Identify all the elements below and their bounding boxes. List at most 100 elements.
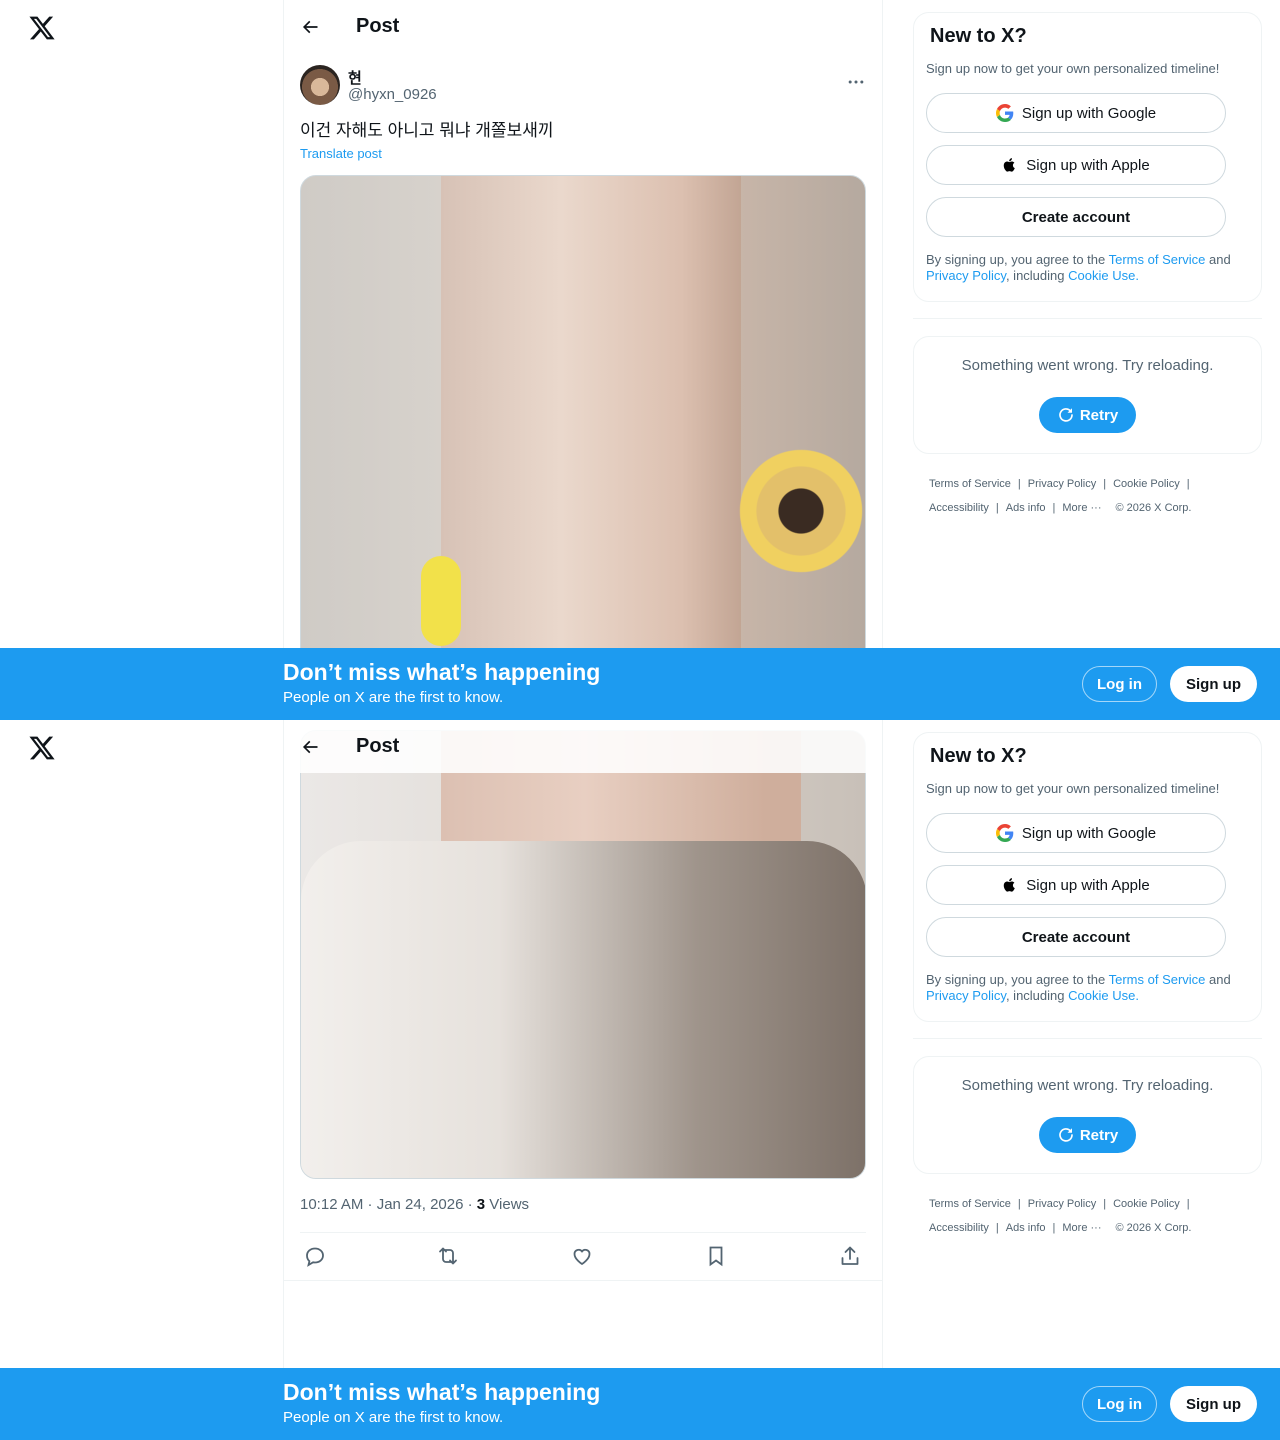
signup-card: New to X? Sign up now to get your own pe… xyxy=(913,12,1262,302)
privacy-link[interactable]: Privacy Policy xyxy=(926,988,1006,1003)
create-account-button[interactable]: Create account xyxy=(926,917,1226,957)
retry-label: Retry xyxy=(1079,406,1119,424)
retry-label: Retry xyxy=(1079,1126,1119,1144)
author-handle[interactable]: @hyxn_0926 xyxy=(348,86,437,103)
image-content xyxy=(301,841,865,1178)
terms-link[interactable]: Terms of Service xyxy=(1109,252,1206,267)
post-header: Post xyxy=(284,0,882,53)
banner-subtitle: People on X are the first to know. xyxy=(283,1409,504,1426)
image-content xyxy=(731,426,865,596)
footer-cookie[interactable]: Cookie Policy xyxy=(1113,1198,1180,1210)
banner-title: Don’t miss what’s happening xyxy=(283,659,601,685)
avatar[interactable] xyxy=(300,65,340,105)
screen-top: Post 현 @hyxn_0926 이건 자해도 아니고 뭐냐 개쫄보새끼 Tr… xyxy=(0,0,1280,720)
reply-icon[interactable] xyxy=(303,1244,327,1268)
refresh-icon xyxy=(1059,408,1073,422)
terms-link[interactable]: Terms of Service xyxy=(1109,972,1206,987)
post-image[interactable] xyxy=(300,175,866,695)
banner-subtitle: People on X are the first to know. xyxy=(283,689,504,706)
google-icon xyxy=(995,104,1014,122)
footer-privacy[interactable]: Privacy Policy xyxy=(1028,478,1096,490)
signup-apple-label: Sign up with Apple xyxy=(1026,876,1150,894)
footer-ads[interactable]: Ads info xyxy=(1006,502,1046,514)
post-timestamp[interactable]: 10:12 AM · Jan 24, 2026 · xyxy=(300,1196,477,1213)
page-title: Post xyxy=(356,15,400,37)
screen-bottom: Post 10:12 AM · Jan 24, 2026 · 3 Views N… xyxy=(0,720,1280,1440)
views-label: Views xyxy=(485,1196,530,1213)
divider xyxy=(300,1232,866,1233)
back-arrow-icon[interactable] xyxy=(300,17,320,37)
google-icon xyxy=(995,824,1014,842)
signup-title: New to X? xyxy=(930,745,1027,767)
like-icon[interactable] xyxy=(570,1244,594,1268)
post-text: 이건 자해도 아니고 뭐냐 개쫄보새끼 xyxy=(300,121,554,140)
error-card: Something went wrong. Try reloading. Ret… xyxy=(913,1056,1262,1174)
login-banner: Don’t miss what’s happening People on X … xyxy=(0,1368,1280,1440)
signup-google-button[interactable]: Sign up with Google xyxy=(926,813,1226,853)
cookie-link[interactable]: Cookie Use xyxy=(1068,268,1135,283)
signup-button[interactable]: Sign up xyxy=(1170,666,1257,702)
login-button[interactable]: Log in xyxy=(1082,666,1157,702)
cookie-link[interactable]: Cookie Use xyxy=(1068,988,1135,1003)
signup-apple-button[interactable]: Sign up with Apple xyxy=(926,865,1226,905)
privacy-link[interactable]: Privacy Policy xyxy=(926,268,1006,283)
footer-accessibility[interactable]: Accessibility xyxy=(929,502,989,514)
signup-title: New to X? xyxy=(930,25,1027,47)
refresh-icon xyxy=(1059,1128,1073,1142)
apple-icon xyxy=(1004,878,1016,892)
divider xyxy=(913,1038,1262,1039)
footer-links: Terms of Service | Privacy Policy | Cookie P… xyxy=(929,478,1192,514)
post-image[interactable] xyxy=(300,730,866,1179)
more-options-icon[interactable] xyxy=(846,72,866,92)
post-author: 현 @hyxn_0926 xyxy=(300,64,866,108)
footer-links: Terms of Service | Privacy Policy | Cookie P… xyxy=(929,1198,1192,1234)
apple-icon xyxy=(1004,158,1016,172)
footer-ads[interactable]: Ads info xyxy=(1006,1222,1046,1234)
signup-apple-label: Sign up with Apple xyxy=(1026,156,1150,174)
x-logo-icon[interactable] xyxy=(28,734,56,762)
footer-accessibility[interactable]: Accessibility xyxy=(929,1222,989,1234)
signup-subtitle: Sign up now to get your own personalized… xyxy=(926,781,1220,796)
footer-privacy[interactable]: Privacy Policy xyxy=(1028,1198,1096,1210)
footer-copyright: © 2026 X Corp. xyxy=(1115,502,1192,514)
back-arrow-icon[interactable] xyxy=(300,737,320,757)
create-account-button[interactable]: Create account xyxy=(926,197,1226,237)
signup-button[interactable]: Sign up xyxy=(1170,1386,1257,1422)
views-count: 3 xyxy=(476,1196,486,1213)
translate-post-link[interactable]: Translate post xyxy=(300,146,382,161)
signup-terms: By signing up, you agree to the Terms of… xyxy=(926,972,1231,1003)
repost-icon[interactable] xyxy=(436,1244,460,1268)
post-metadata: 10:12 AM · Jan 24, 2026 · 3 Views xyxy=(300,1196,529,1213)
error-message: Something went wrong. Try reloading. xyxy=(961,357,1214,374)
banner-title: Don’t miss what’s happening xyxy=(283,1379,601,1405)
error-card: Something went wrong. Try reloading. Ret… xyxy=(913,336,1262,454)
page-title: Post xyxy=(356,735,400,757)
signup-subtitle: Sign up now to get your own personalized… xyxy=(926,61,1220,76)
signup-apple-button[interactable]: Sign up with Apple xyxy=(926,145,1226,185)
footer-terms[interactable]: Terms of Service xyxy=(929,1198,1011,1210)
signup-google-label: Sign up with Google xyxy=(1021,824,1157,842)
footer-more[interactable]: More ··· xyxy=(1062,502,1101,514)
post-header: Post xyxy=(284,720,882,773)
bookmark-icon[interactable] xyxy=(704,1244,728,1268)
footer-cookie[interactable]: Cookie Policy xyxy=(1113,478,1180,490)
x-logo-icon[interactable] xyxy=(28,14,56,42)
login-button[interactable]: Log in xyxy=(1082,1386,1157,1422)
divider xyxy=(913,318,1262,319)
signup-card: New to X? Sign up now to get your own pe… xyxy=(913,732,1262,1022)
footer-terms[interactable]: Terms of Service xyxy=(929,478,1011,490)
signup-google-label: Sign up with Google xyxy=(1021,104,1157,122)
footer-copyright: © 2026 X Corp. xyxy=(1115,1222,1192,1234)
image-content xyxy=(441,176,741,694)
retry-button[interactable]: Retry xyxy=(1039,397,1136,433)
post-actions xyxy=(300,1244,866,1268)
share-icon[interactable] xyxy=(838,1244,862,1268)
image-content xyxy=(421,556,461,646)
error-message: Something went wrong. Try reloading. xyxy=(961,1077,1214,1094)
signup-google-button[interactable]: Sign up with Google xyxy=(926,93,1226,133)
retry-button[interactable]: Retry xyxy=(1039,1117,1136,1153)
footer-more[interactable]: More ··· xyxy=(1062,1222,1101,1234)
login-banner: Don’t miss what’s happening People on X … xyxy=(0,648,1280,720)
author-name[interactable]: 현 xyxy=(348,67,362,88)
divider xyxy=(284,1280,882,1281)
